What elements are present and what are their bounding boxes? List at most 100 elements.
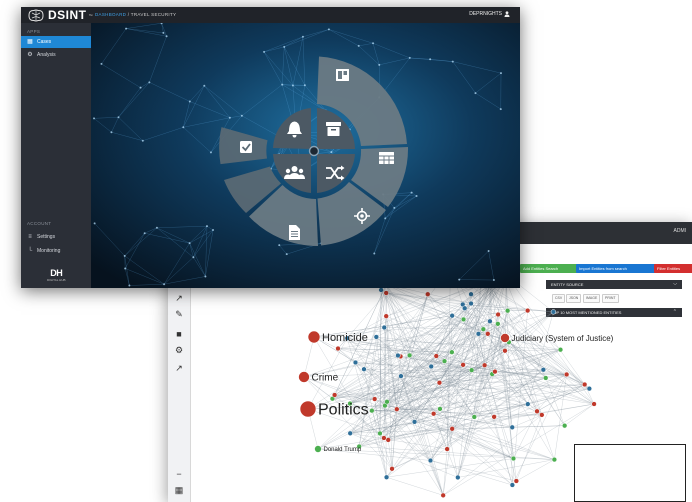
graph-node[interactable] <box>437 406 443 412</box>
graph-node[interactable] <box>347 430 353 436</box>
graph-entity-node[interactable] <box>299 400 317 418</box>
table-tool-icon[interactable]: ▦ <box>172 484 186 496</box>
sidebar-item-settings[interactable]: ≡ Settings <box>21 231 91 243</box>
graph-node[interactable] <box>381 435 387 441</box>
graph-node[interactable] <box>468 291 474 297</box>
pointer-tool-icon[interactable]: ↗ <box>172 292 186 304</box>
graph-entity-label[interactable]: Donald Trump <box>324 447 362 453</box>
graph-node[interactable] <box>481 362 488 368</box>
center-hub-icon[interactable] <box>308 145 320 157</box>
back-user-label[interactable]: ADMI <box>674 228 687 234</box>
graph-node[interactable] <box>510 455 517 462</box>
graph-node[interactable] <box>525 307 531 314</box>
graph-node[interactable] <box>331 392 338 398</box>
graph-node[interactable] <box>460 316 467 323</box>
graph-node[interactable] <box>540 367 547 373</box>
graph-node[interactable] <box>550 309 557 315</box>
graph-node[interactable] <box>444 446 450 452</box>
graph-node[interactable] <box>480 326 486 332</box>
graph-node[interactable] <box>455 474 461 481</box>
chevron-up-icon[interactable]: ⌃ <box>673 308 677 317</box>
graph-node[interactable] <box>487 318 493 324</box>
graph-node[interactable] <box>557 347 564 353</box>
graph-node[interactable] <box>383 290 389 296</box>
graph-entity-node[interactable] <box>298 371 310 383</box>
graph-node[interactable] <box>425 291 431 297</box>
sidebar-item-cases[interactable]: ▦ Cases <box>21 36 91 48</box>
graph-node[interactable] <box>449 349 455 355</box>
graph-node[interactable] <box>591 401 597 407</box>
graph-node[interactable] <box>468 300 474 307</box>
graph-entity-label[interactable]: Crime <box>312 373 339 384</box>
breadcrumb-home[interactable]: DASHBOARD <box>95 12 126 17</box>
graph-node[interactable] <box>352 359 359 366</box>
chevron-down-icon[interactable]: ⌵ <box>673 280 677 289</box>
minus-tool-icon[interactable]: − <box>172 468 186 480</box>
graph-node[interactable] <box>449 313 455 319</box>
graph-node[interactable] <box>449 426 455 432</box>
graph-entity-label[interactable]: Politics <box>318 402 369 419</box>
graph-node[interactable] <box>563 371 570 378</box>
graph-entity-node[interactable] <box>500 333 510 343</box>
graph-node[interactable] <box>551 456 558 463</box>
graph-node[interactable] <box>395 352 401 359</box>
graph-node[interactable] <box>513 478 520 484</box>
graph-node[interactable] <box>335 345 341 352</box>
graph-node[interactable] <box>485 331 491 337</box>
graph-node[interactable] <box>428 363 434 370</box>
graph-node[interactable] <box>384 399 390 405</box>
graph-entity-node[interactable] <box>307 330 321 344</box>
graph-entity-node[interactable] <box>314 445 322 453</box>
graph-node[interactable] <box>389 466 395 472</box>
graph-node[interactable] <box>509 424 515 430</box>
graph-node[interactable] <box>509 482 516 488</box>
graph-node[interactable] <box>433 353 439 359</box>
graph-node[interactable] <box>361 366 367 372</box>
graph-node[interactable] <box>406 352 413 359</box>
graph-node[interactable] <box>475 331 482 337</box>
graph-node[interactable] <box>398 373 404 379</box>
settings-tool-icon[interactable]: ⚙ <box>172 344 186 356</box>
graph-node[interactable] <box>431 411 437 417</box>
filter-entities-button[interactable]: Filter Entities <box>654 264 692 273</box>
graph-node[interactable] <box>491 414 497 420</box>
graph-entity-label[interactable]: Homicide <box>322 332 368 344</box>
app-logo[interactable]: DSINT ™ <box>26 8 93 22</box>
graph-node[interactable] <box>427 457 434 464</box>
graph-node[interactable] <box>462 305 468 311</box>
graph-node[interactable] <box>394 406 400 412</box>
graph-node[interactable] <box>381 324 387 331</box>
graph-node[interactable] <box>495 321 501 327</box>
graph-node[interactable] <box>534 408 540 414</box>
trend-tool-icon[interactable]: ↗ <box>172 362 186 374</box>
user-menu[interactable]: DEPRNIGHTS <box>469 11 510 17</box>
sidebar-item-monitoring[interactable]: └ Monitoring <box>21 245 91 257</box>
graph-node[interactable] <box>377 430 383 437</box>
graph-node[interactable] <box>586 385 592 392</box>
graph-node[interactable] <box>371 396 378 402</box>
graph-node[interactable] <box>373 334 379 340</box>
graph-entity-label[interactable]: Judiciary (System of Justice) <box>512 334 614 343</box>
graph-node[interactable] <box>525 401 531 407</box>
graph-node[interactable] <box>369 407 375 414</box>
graph-node[interactable] <box>495 311 501 318</box>
square-tool-icon[interactable]: ■ <box>172 328 186 340</box>
pen-tool-icon[interactable]: ✎ <box>172 308 186 320</box>
graph-node[interactable] <box>378 287 384 293</box>
sidebar-item-analysis[interactable]: ⚙ Analysis <box>21 49 91 61</box>
graph-node[interactable] <box>436 380 443 386</box>
graph-node[interactable] <box>502 348 508 354</box>
graph-node[interactable] <box>383 313 389 319</box>
graph-node[interactable] <box>460 362 466 368</box>
graph-node[interactable] <box>562 423 568 429</box>
graph-node[interactable] <box>411 419 418 425</box>
graph-node[interactable] <box>492 368 498 375</box>
graph-node[interactable] <box>582 381 588 388</box>
graph-node[interactable] <box>441 358 448 364</box>
graph-node[interactable] <box>504 308 511 314</box>
graph-node[interactable] <box>539 412 545 418</box>
graph-node[interactable] <box>468 367 475 373</box>
graph-node[interactable] <box>543 375 549 381</box>
graph-node[interactable] <box>471 414 477 420</box>
graph-node[interactable] <box>440 492 446 498</box>
